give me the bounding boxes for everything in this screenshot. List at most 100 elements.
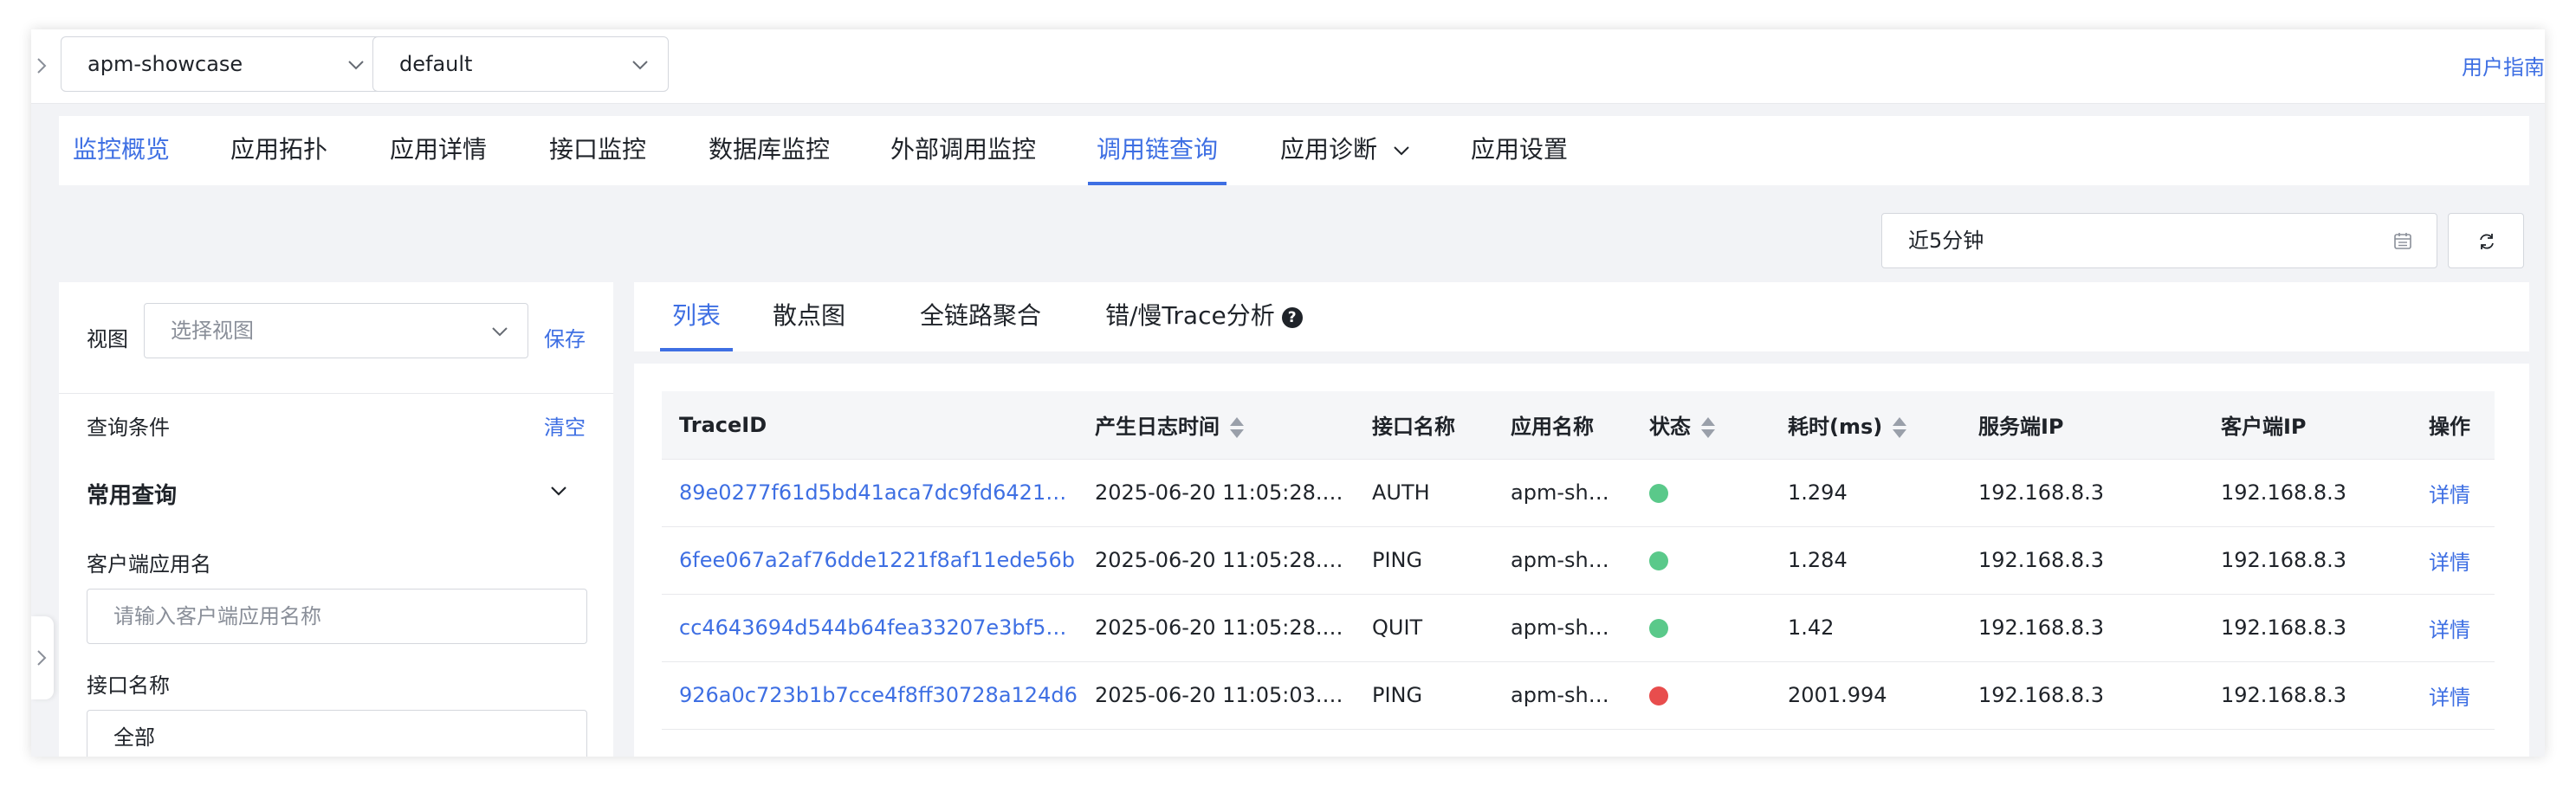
divider	[59, 393, 613, 394]
table-row: 89e0277f61d5bd41aca7dc9fd6421cba 2025-06…	[662, 459, 2495, 526]
nav-item-app-diagnosis[interactable]: 应用诊断	[1280, 116, 1409, 185]
status-cell	[1632, 594, 1770, 661]
nav-item-trace-query[interactable]: 调用链查询	[1087, 116, 1227, 185]
table-row: 6fee067a2af76dde1221f8af11ede56b 2025-06…	[662, 526, 2495, 594]
log-time-cell: 2025-06-20 11:05:03.203	[1095, 683, 1355, 707]
tab-scatter[interactable]: 散点图	[773, 282, 845, 351]
col-header-client-ip: 客户端IP	[2221, 415, 2307, 440]
nav-item-topology[interactable]: 应用拓扑	[230, 116, 327, 185]
calendar-icon	[2394, 233, 2411, 249]
view-select-placeholder: 选择视图	[171, 319, 254, 343]
api-name-value: 全部	[113, 725, 155, 750]
clear-button[interactable]: 清空	[544, 410, 586, 441]
app-name-cell: apm-sh…	[1511, 548, 1609, 572]
tab-full-link-aggregation[interactable]: 全链路聚合	[920, 282, 1041, 351]
api-name-cell: PING	[1372, 548, 1423, 572]
status-ok-dot	[1649, 551, 1668, 570]
client-app-label: 客户端应用名	[87, 552, 211, 577]
top-bar: apm-showcase default 用户指南	[31, 29, 2545, 104]
main-nav: 监控概览 应用拓扑 应用详情 接口监控 数据库监控 外部调用监控 调用链查询 应…	[59, 116, 2529, 185]
chevron-down-icon	[348, 61, 364, 70]
client-ip-cell: 192.168.8.3	[2221, 683, 2347, 707]
tab-list[interactable]: 列表	[659, 282, 734, 351]
refresh-button[interactable]	[2448, 213, 2524, 268]
api-name-cell: PING	[1372, 683, 1423, 707]
client-ip-cell: 192.168.8.3	[2221, 480, 2347, 505]
duration-cell: 1.294	[1788, 480, 1848, 505]
details-link[interactable]: 详情	[2411, 526, 2495, 594]
chevron-down-icon[interactable]	[549, 481, 568, 500]
time-range-value: 近5分钟	[1908, 229, 1984, 253]
time-range-picker[interactable]: 近5分钟	[1881, 213, 2437, 268]
details-link[interactable]: 详情	[2411, 661, 2495, 729]
chevron-down-icon	[492, 327, 508, 337]
sort-icon[interactable]	[1699, 416, 1717, 440]
chevron-right-icon	[37, 650, 47, 666]
col-header-app-name: 应用名称	[1511, 415, 1594, 440]
trace-table-panel: TraceID 产生日志时间 接口名称 应用名称 状态 耗时(ms) 服务端IP…	[634, 364, 2529, 757]
common-query-label[interactable]: 常用查询	[87, 478, 177, 510]
status-cell	[1632, 459, 1770, 526]
client-ip-cell: 192.168.8.3	[2221, 615, 2347, 640]
col-header-status-label: 状态	[1649, 415, 1691, 440]
client-app-placeholder: 请输入客户端应用名称	[113, 604, 321, 628]
server-ip-cell: 192.168.8.3	[1978, 683, 2105, 707]
trace-id-link[interactable]: 926a0c723b1b7cce4f8ff30728a124d6	[662, 661, 1078, 729]
refresh-icon	[2480, 234, 2494, 249]
nav-item-app-details[interactable]: 应用详情	[390, 116, 487, 185]
api-name-label: 接口名称	[87, 673, 170, 698]
app-select-value: apm-showcase	[87, 52, 243, 76]
api-name-select[interactable]: 全部	[87, 710, 587, 757]
details-link[interactable]: 详情	[2411, 459, 2495, 526]
app-name-cell: apm-sh…	[1511, 480, 1609, 505]
col-header-status[interactable]: 状态	[1632, 391, 1770, 459]
app-select[interactable]: apm-showcase	[61, 36, 385, 92]
env-select[interactable]: default	[372, 36, 669, 92]
chevron-down-icon	[1394, 146, 1409, 156]
save-view-button[interactable]: 保存	[544, 322, 586, 352]
col-header-duration[interactable]: 耗时(ms)	[1770, 391, 1961, 459]
log-time-cell: 2025-06-20 11:05:28.381	[1095, 480, 1355, 505]
help-icon[interactable]: ?	[1281, 307, 1303, 328]
api-name-cell: AUTH	[1372, 480, 1430, 505]
details-link[interactable]: 详情	[2411, 594, 2495, 661]
env-select-value: default	[399, 52, 473, 76]
sidebar-expand-handle[interactable]	[31, 616, 54, 699]
col-header-action: 操作	[2429, 415, 2470, 440]
user-guide-link[interactable]: 用户指南	[2462, 50, 2545, 81]
col-header-log-time[interactable]: 产生日志时间	[1078, 391, 1355, 459]
chevron-down-icon	[632, 61, 648, 70]
view-tabs: 列表 散点图 全链路聚合 错/慢Trace分析?	[634, 282, 2529, 351]
col-header-duration-label: 耗时(ms)	[1788, 415, 1883, 440]
server-ip-cell: 192.168.8.3	[1978, 480, 2105, 505]
sort-icon[interactable]	[1228, 416, 1246, 440]
status-cell	[1632, 526, 1770, 594]
app-window: apm-showcase default 用户指南 监控概览 应用拓扑 应用详情…	[31, 29, 2545, 757]
tab-error-slow-trace[interactable]: 错/慢Trace分析?	[1105, 282, 1303, 351]
trace-id-link[interactable]: 6fee067a2af76dde1221f8af11ede56b	[662, 526, 1078, 594]
nav-item-external-call-monitor[interactable]: 外部调用监控	[890, 116, 1036, 185]
tab-error-slow-trace-label: 错/慢Trace分析	[1105, 301, 1275, 330]
sort-icon[interactable]	[1891, 416, 1908, 440]
api-name-cell: QUIT	[1372, 615, 1423, 640]
col-header-traceid: TraceID	[679, 412, 767, 437]
nav-item-api-monitor[interactable]: 接口监控	[549, 116, 646, 185]
duration-cell: 2001.994	[1788, 683, 1887, 707]
chevron-right-icon[interactable]	[36, 55, 54, 76]
trace-id-link[interactable]: cc4643694d544b64fea33207e3bf5e00	[662, 594, 1078, 661]
client-app-input[interactable]: 请输入客户端应用名称	[87, 589, 587, 644]
duration-cell: 1.284	[1788, 548, 1848, 572]
col-header-log-time-label: 产生日志时间	[1095, 415, 1220, 440]
nav-item-app-settings[interactable]: 应用设置	[1471, 116, 1568, 185]
client-ip-cell: 192.168.8.3	[2221, 548, 2347, 572]
log-time-cell: 2025-06-20 11:05:28.378	[1095, 548, 1355, 572]
app-name-cell: apm-sh…	[1511, 683, 1609, 707]
trace-id-link[interactable]: 89e0277f61d5bd41aca7dc9fd6421cba	[662, 459, 1078, 526]
server-ip-cell: 192.168.8.3	[1978, 548, 2105, 572]
nav-item-overview[interactable]: 监控概览	[73, 116, 170, 185]
nav-item-db-monitor[interactable]: 数据库监控	[709, 116, 830, 185]
view-select[interactable]: 选择视图	[144, 303, 528, 358]
col-header-server-ip: 服务端IP	[1978, 415, 2064, 440]
status-ok-dot	[1649, 619, 1668, 638]
table-row: cc4643694d544b64fea33207e3bf5e00 2025-06…	[662, 594, 2495, 661]
